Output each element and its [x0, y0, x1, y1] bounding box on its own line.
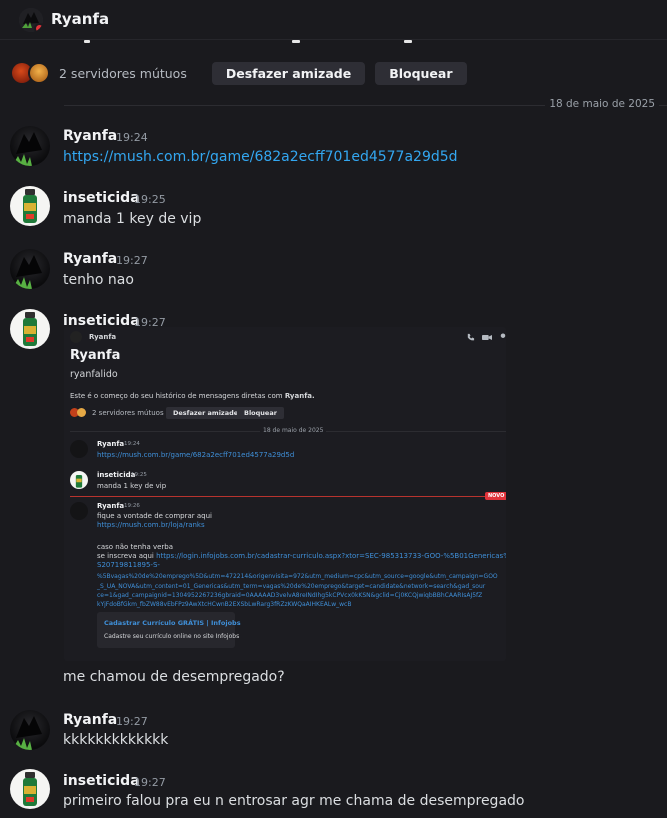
mini-date-label: 18 de maio de 2025 — [260, 427, 327, 434]
mini-link: ce=1&gad_campaignid=1304952267236gbraid=… — [97, 592, 483, 599]
mini-server-icon — [77, 408, 86, 417]
mini-link: %5Bvagas%20de%20emprego%5D&utm=472214&or… — [97, 573, 498, 580]
mini-timestamp: 19:26 — [124, 503, 140, 509]
mini-prefix: se inscreva aqui — [97, 552, 154, 560]
header-title: Ryanfa — [51, 10, 110, 28]
mini-link: https://login.infojobs.com.br/cadastrar-… — [156, 552, 506, 560]
new-badge: NOVO — [485, 492, 506, 500]
username[interactable]: Ryanfa — [63, 128, 117, 144]
mini-dm-start: Este é o começo do seu histórico de mens… — [70, 392, 315, 400]
image-attachment[interactable]: Ryanfa Ryanfa ryanfalido Este é o começo… — [64, 327, 506, 661]
message-text: me chamou de desempregado? — [63, 669, 285, 685]
message-text: kkkkkkkkkkkkk — [63, 732, 169, 748]
mini-message-line: caso não tenha verba — [97, 543, 174, 551]
mini-avatar — [70, 331, 82, 343]
mutual-servers-link[interactable]: 2 servidores mútuos — [59, 66, 187, 81]
mini-avatar — [70, 502, 88, 520]
avatar[interactable] — [10, 769, 50, 809]
block-button[interactable]: Bloquear — [375, 61, 467, 85]
mini-dm-start-text: Este é o começo do seu histórico de mens… — [70, 392, 283, 400]
avatar[interactable] — [10, 249, 50, 289]
username[interactable]: inseticida — [63, 190, 140, 206]
message-text: tenho nao — [63, 272, 134, 288]
timestamp: 19:25 — [134, 193, 166, 206]
username[interactable]: Ryanfa — [63, 251, 117, 267]
mini-mutual-text: 2 servidores mútuos — [92, 409, 164, 417]
mini-link: https://mush.com.br/loja/ranks — [97, 521, 205, 529]
channel-header: Ryanfa — [0, 0, 667, 40]
call-icon — [467, 333, 475, 341]
unfriend-button[interactable]: Desfazer amizade — [211, 61, 366, 85]
message-text: manda 1 key de vip — [63, 211, 202, 227]
mini-unfriend-button: Desfazer amizade — [166, 407, 246, 419]
timestamp: 19:27 — [134, 776, 166, 789]
mini-link: kYjFdoBfGkm_fbZW88vEbFPz9AwXtcHCwnB2EXSb… — [97, 601, 352, 608]
profile-actions-row: 2 servidores mútuos Desfazer amizade Blo… — [12, 61, 477, 85]
message-text: primeiro falou pra eu n entrosar agr me … — [63, 793, 525, 809]
mini-link-embed: Cadastrar Currículo GRÁTIS | Infojobs Ca… — [97, 612, 241, 648]
mini-block-button: Bloquear — [237, 407, 284, 419]
mini-avatar — [70, 440, 88, 458]
avatar[interactable] — [10, 186, 50, 226]
mini-dm-start-name: Ryanfa. — [284, 392, 315, 400]
clipped-text — [64, 40, 424, 46]
video-icon — [482, 335, 492, 340]
timestamp: 19:27 — [116, 254, 148, 267]
mini-username: Ryanfa — [97, 440, 125, 448]
mini-message-text: manda 1 key de vip — [97, 482, 167, 490]
username[interactable]: Ryanfa — [63, 712, 117, 728]
new-messages-divider — [70, 496, 485, 497]
timestamp: 19:27 — [116, 715, 148, 728]
mini-embed-desc: Cadastre seu currículo online no site In… — [104, 633, 240, 640]
mini-avatar — [70, 471, 88, 489]
pin-icon — [500, 333, 506, 338]
mini-profile-username: ryanfalido — [70, 369, 118, 380]
avatar[interactable] — [10, 710, 50, 750]
mini-message-line: fique a vontade de comprar aqui — [97, 512, 212, 520]
mini-link: _S_UA_NOVA&utm_content=01_Genericas&utm_… — [97, 583, 486, 590]
mini-message-line: se inscreva aqui https://login.infojobs.… — [97, 552, 506, 560]
dnd-status-icon — [34, 23, 43, 32]
mini-username: inseticida — [97, 471, 136, 479]
mini-timestamp: 19:24 — [124, 441, 140, 447]
avatar[interactable] — [10, 309, 50, 349]
mini-link: S20719811895-S- — [97, 561, 160, 569]
server-icon[interactable] — [28, 62, 50, 84]
mini-header-title: Ryanfa — [89, 333, 117, 341]
mini-link: https://mush.com.br/game/682a2ecff701ed4… — [97, 451, 295, 459]
message-link[interactable]: https://mush.com.br/game/682a2ecff701ed4… — [63, 149, 458, 165]
username[interactable]: inseticida — [63, 773, 140, 789]
mini-username: Ryanfa — [97, 502, 125, 510]
mini-embed-title: Cadastrar Currículo GRÁTIS | Infojobs — [104, 619, 241, 627]
mini-profile-name: Ryanfa — [70, 348, 121, 363]
date-divider-label: 18 de maio de 2025 — [545, 98, 659, 110]
avatar[interactable] — [10, 126, 50, 166]
timestamp: 19:24 — [116, 131, 148, 144]
mini-timestamp: 19:25 — [131, 472, 147, 478]
header-avatar[interactable] — [19, 8, 43, 32]
